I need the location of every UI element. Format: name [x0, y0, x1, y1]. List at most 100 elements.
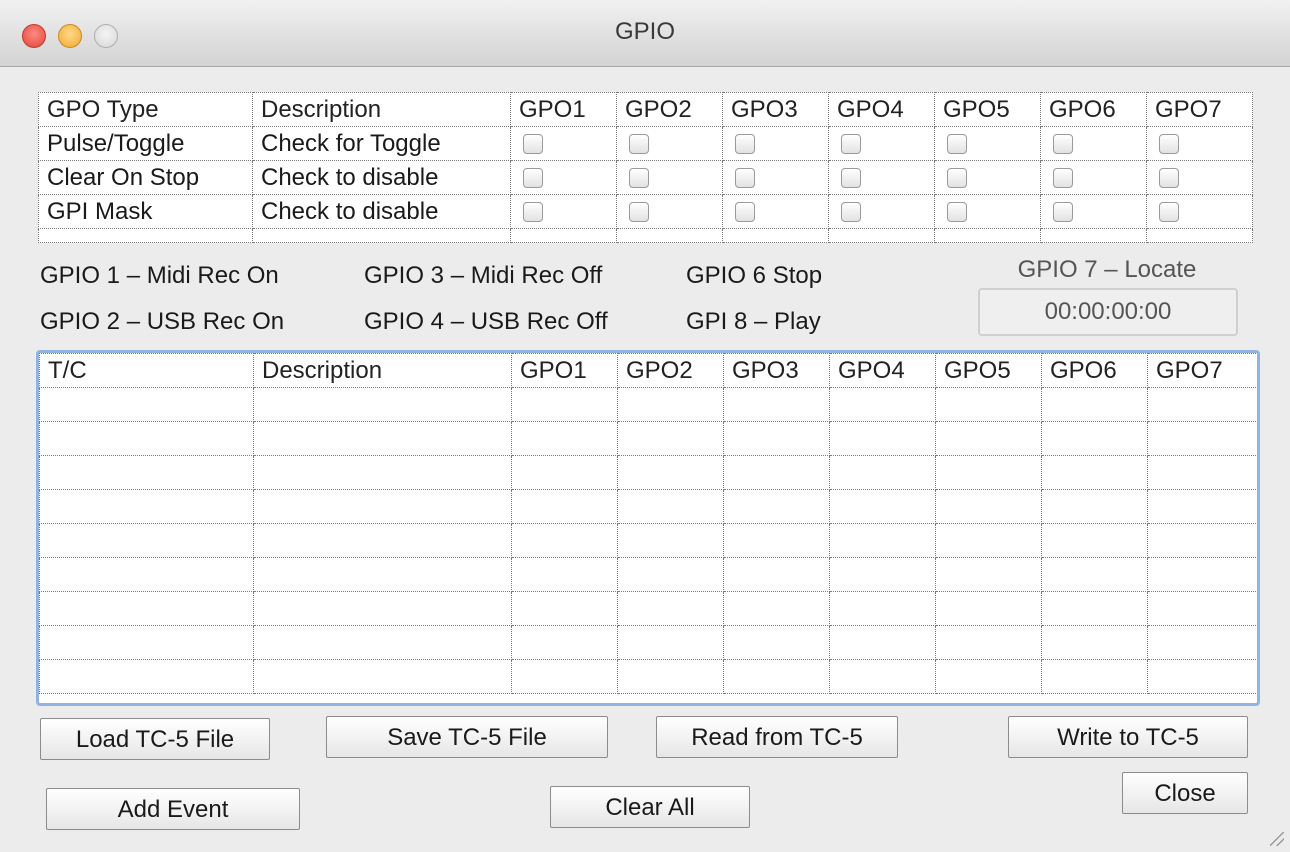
gpi-mask-gpo2-checkbox[interactable]	[629, 202, 649, 223]
table-cell[interactable]	[935, 387, 1042, 422]
table-cell[interactable]	[723, 557, 830, 592]
table-cell[interactable]	[1041, 659, 1148, 694]
table-cell[interactable]	[617, 489, 724, 524]
table-cell[interactable]	[723, 455, 830, 490]
table-cell[interactable]	[829, 523, 936, 558]
table-cell[interactable]	[511, 387, 618, 422]
table-cell[interactable]	[617, 591, 724, 626]
table-cell[interactable]	[39, 523, 254, 558]
table-cell[interactable]	[253, 659, 512, 694]
table-cell[interactable]	[723, 387, 830, 422]
pulse-toggle-gpo6-checkbox[interactable]	[1053, 134, 1073, 155]
table-cell[interactable]	[617, 387, 724, 422]
table-cell[interactable]	[1147, 387, 1257, 422]
table-cell[interactable]	[1041, 625, 1148, 660]
table-cell[interactable]	[829, 591, 936, 626]
table-cell[interactable]	[1147, 659, 1257, 694]
write-to-tc5-button[interactable]: Write to TC-5	[1008, 716, 1248, 758]
table-cell[interactable]	[935, 421, 1042, 456]
table-row[interactable]	[39, 387, 1257, 422]
read-from-tc5-button[interactable]: Read from TC-5	[656, 716, 898, 758]
table-cell[interactable]	[511, 489, 618, 524]
table-row[interactable]	[39, 455, 1257, 490]
table-cell[interactable]	[39, 557, 254, 592]
table-cell[interactable]	[723, 659, 830, 694]
table-cell[interactable]	[829, 421, 936, 456]
table-cell[interactable]	[935, 659, 1042, 694]
table-cell[interactable]	[511, 659, 618, 694]
table-row[interactable]	[39, 659, 1257, 694]
table-cell[interactable]	[829, 455, 936, 490]
table-cell[interactable]	[829, 659, 936, 694]
table-cell[interactable]	[253, 523, 512, 558]
pulse-toggle-gpo1-checkbox[interactable]	[523, 134, 543, 155]
table-cell[interactable]	[39, 421, 254, 456]
clear-on-stop-gpo6-checkbox[interactable]	[1053, 168, 1073, 189]
table-cell[interactable]	[39, 489, 254, 524]
table-cell[interactable]	[935, 557, 1042, 592]
table-cell[interactable]	[39, 387, 254, 422]
close-button[interactable]: Close	[1122, 772, 1248, 814]
table-cell[interactable]	[723, 625, 830, 660]
table-cell[interactable]	[253, 557, 512, 592]
table-cell[interactable]	[1147, 455, 1257, 490]
save-tc5-file-button[interactable]: Save TC-5 File	[326, 716, 608, 758]
table-cell[interactable]	[253, 387, 512, 422]
gpi-mask-gpo1-checkbox[interactable]	[523, 202, 543, 223]
table-row[interactable]	[39, 421, 1257, 456]
table-cell[interactable]	[829, 557, 936, 592]
table-cell[interactable]	[935, 591, 1042, 626]
gpi-mask-gpo6-checkbox[interactable]	[1053, 202, 1073, 223]
gpi-mask-gpo7-checkbox[interactable]	[1159, 202, 1179, 223]
gpi-mask-gpo5-checkbox[interactable]	[947, 202, 967, 223]
table-cell[interactable]	[253, 421, 512, 456]
events-table-container[interactable]: T/C Description GPO1 GPO2 GPO3 GPO4 GPO5…	[36, 350, 1260, 706]
pulse-toggle-gpo5-checkbox[interactable]	[947, 134, 967, 155]
table-cell[interactable]	[511, 591, 618, 626]
table-cell[interactable]	[617, 421, 724, 456]
table-cell[interactable]	[829, 489, 936, 524]
table-cell[interactable]	[935, 455, 1042, 490]
table-cell[interactable]	[723, 421, 830, 456]
clear-on-stop-gpo7-checkbox[interactable]	[1159, 168, 1179, 189]
table-cell[interactable]	[617, 659, 724, 694]
table-row[interactable]	[39, 591, 1257, 626]
title-bar[interactable]: GPIO	[0, 0, 1290, 67]
table-cell[interactable]	[723, 523, 830, 558]
table-cell[interactable]	[39, 591, 254, 626]
pulse-toggle-gpo7-checkbox[interactable]	[1159, 134, 1179, 155]
table-cell[interactable]	[1147, 625, 1257, 660]
table-cell[interactable]	[39, 625, 254, 660]
table-cell[interactable]	[511, 523, 618, 558]
clear-on-stop-gpo4-checkbox[interactable]	[841, 168, 861, 189]
table-row[interactable]	[39, 625, 1257, 660]
pulse-toggle-gpo2-checkbox[interactable]	[629, 134, 649, 155]
table-cell[interactable]	[723, 591, 830, 626]
table-cell[interactable]	[1041, 523, 1148, 558]
table-cell[interactable]	[1147, 489, 1257, 524]
table-cell[interactable]	[511, 625, 618, 660]
table-cell[interactable]	[253, 455, 512, 490]
table-row[interactable]	[39, 489, 1257, 524]
table-cell[interactable]	[829, 625, 936, 660]
add-event-button[interactable]: Add Event	[46, 788, 300, 830]
table-cell[interactable]	[1041, 591, 1148, 626]
table-cell[interactable]	[253, 489, 512, 524]
clear-on-stop-gpo3-checkbox[interactable]	[735, 168, 755, 189]
table-cell[interactable]	[511, 455, 618, 490]
table-cell[interactable]	[1147, 421, 1257, 456]
gpi-mask-gpo3-checkbox[interactable]	[735, 202, 755, 223]
table-cell[interactable]	[1041, 455, 1148, 490]
table-cell[interactable]	[617, 455, 724, 490]
table-cell[interactable]	[253, 625, 512, 660]
clear-on-stop-gpo5-checkbox[interactable]	[947, 168, 967, 189]
table-cell[interactable]	[617, 557, 724, 592]
table-cell[interactable]	[511, 557, 618, 592]
table-cell[interactable]	[253, 591, 512, 626]
clear-on-stop-gpo2-checkbox[interactable]	[629, 168, 649, 189]
resize-grip-icon[interactable]	[1270, 832, 1284, 846]
table-cell[interactable]	[723, 489, 830, 524]
table-cell[interactable]	[1147, 523, 1257, 558]
table-cell[interactable]	[1147, 591, 1257, 626]
locate-timecode-field[interactable]: 00:00:00:00	[978, 288, 1238, 336]
